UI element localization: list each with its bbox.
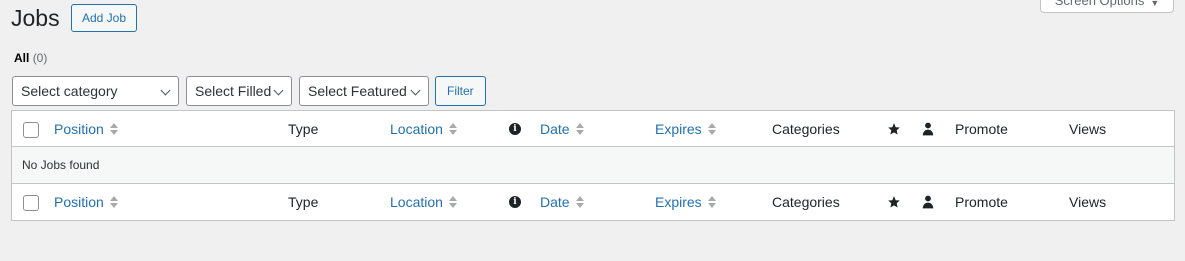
filled-select-value: Select Filled — [195, 83, 272, 99]
select-all-checkbox[interactable] — [23, 195, 39, 211]
column-location[interactable]: Location — [390, 111, 457, 146]
sort-icon — [575, 196, 584, 208]
chevron-down-icon — [273, 85, 284, 96]
info-icon: i — [509, 196, 521, 208]
add-job-button[interactable]: Add Job — [71, 4, 138, 32]
column-promote-label: Promote — [955, 120, 1008, 137]
column-featured — [887, 184, 901, 220]
column-location-label: Location — [390, 120, 443, 137]
column-featured — [887, 111, 901, 146]
column-views-label: Views — [1069, 194, 1107, 210]
table-header-row: Position Type Location i Date Expires Ca… — [12, 111, 1174, 147]
column-status: i — [509, 184, 521, 220]
view-all-count: (0) — [32, 51, 48, 65]
filled-select[interactable]: Select Filled — [186, 76, 292, 106]
view-all-link[interactable]: All — [14, 51, 29, 65]
column-expires[interactable]: Expires — [655, 111, 716, 146]
column-date[interactable]: Date — [540, 111, 584, 146]
info-icon: i — [509, 122, 521, 135]
category-select[interactable]: Select category — [12, 76, 179, 106]
star-icon — [888, 196, 900, 208]
column-promote-label: Promote — [955, 194, 1008, 210]
column-type: Type — [288, 111, 318, 146]
jobs-table: Position Type Location i Date Expires Ca… — [11, 110, 1175, 221]
column-views: Views — [1069, 184, 1106, 220]
filter-button[interactable]: Filter — [435, 76, 486, 106]
sort-icon — [575, 122, 584, 135]
person-icon — [922, 122, 934, 135]
chevron-down-icon — [410, 85, 421, 96]
star-icon — [888, 122, 900, 135]
column-views: Views — [1069, 111, 1106, 146]
column-promote: Promote — [955, 111, 1008, 146]
view-filter-links: All (0) — [14, 51, 47, 65]
column-views-label: Views — [1069, 120, 1107, 137]
column-expires-label: Expires — [655, 194, 702, 210]
column-date[interactable]: Date — [540, 184, 584, 220]
column-categories: Categories — [772, 184, 840, 220]
chevron-down-icon — [160, 85, 171, 96]
sort-icon — [707, 196, 716, 208]
sort-icon — [448, 196, 457, 208]
column-expires-label: Expires — [655, 120, 702, 137]
column-position-label: Position — [54, 194, 104, 210]
column-filled — [922, 184, 934, 220]
screen-options-label: Screen Options — [1054, 0, 1145, 8]
no-items-message: No Jobs found — [22, 158, 100, 172]
page-title: Jobs — [11, 5, 60, 31]
column-type: Type — [288, 184, 318, 220]
person-icon — [922, 195, 934, 209]
column-filled — [922, 111, 934, 146]
sort-icon — [109, 196, 118, 208]
sort-icon — [707, 122, 716, 135]
column-date-label: Date — [540, 194, 570, 210]
column-location-label: Location — [390, 194, 443, 210]
column-expires[interactable]: Expires — [655, 184, 716, 220]
featured-select-value: Select Featured — [308, 83, 407, 99]
sort-icon — [109, 122, 118, 135]
screen-options-tab[interactable]: Screen Options ▼ — [1040, 0, 1174, 13]
table-row: No Jobs found — [12, 147, 1174, 184]
chevron-down-icon: ▼ — [1150, 0, 1160, 8]
column-position-label: Position — [54, 120, 104, 137]
column-position[interactable]: Position — [54, 184, 118, 220]
column-position[interactable]: Position — [54, 111, 118, 146]
jobs-page: Screen Options ▼ Jobs Add Job All (0) Se… — [0, 0, 1185, 261]
column-date-label: Date — [540, 120, 570, 137]
column-categories: Categories — [772, 111, 840, 146]
column-type-label: Type — [288, 120, 319, 137]
column-status: i — [509, 111, 521, 146]
column-location[interactable]: Location — [390, 184, 457, 220]
column-categories-label: Categories — [772, 120, 840, 137]
category-select-value: Select category — [21, 83, 118, 99]
column-categories-label: Categories — [772, 194, 840, 210]
column-promote: Promote — [955, 184, 1008, 220]
select-all-checkbox[interactable] — [23, 122, 39, 138]
sort-icon — [448, 122, 457, 135]
featured-select[interactable]: Select Featured — [299, 76, 429, 106]
table-footer-row: Position Type Location i Date Expires Ca… — [12, 184, 1174, 220]
column-type-label: Type — [288, 194, 319, 210]
